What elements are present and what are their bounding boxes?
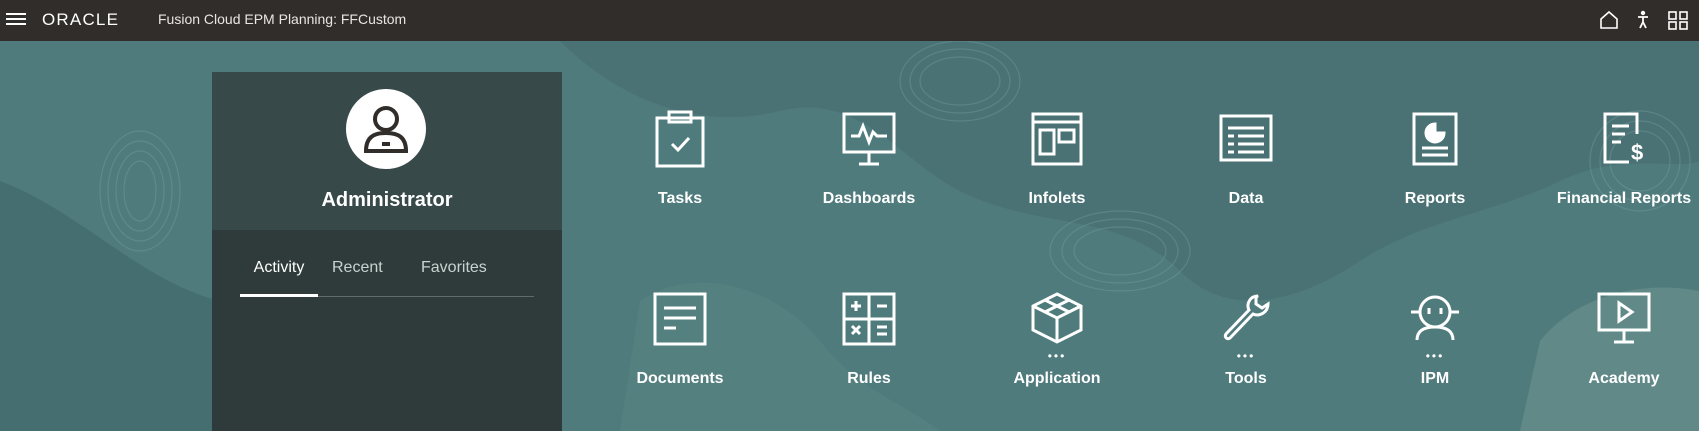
user-panel-header: Administrator — [212, 72, 562, 230]
infolets-icon — [1031, 112, 1083, 166]
tile-ipm[interactable]: ••• IPM — [1360, 292, 1510, 402]
tile-label: Infolets — [1028, 190, 1086, 207]
video-play-icon — [1597, 292, 1651, 344]
tab-favorites[interactable]: Favorites — [421, 258, 487, 294]
tile-label: Application — [1013, 370, 1101, 387]
tile-label: Tasks — [657, 190, 703, 207]
more-dots-icon: ••• — [1425, 349, 1445, 363]
tile-label: Academy — [1588, 370, 1660, 387]
accessibility-icon[interactable] — [1632, 9, 1654, 31]
app-title: Fusion Cloud EPM Planning: FFCustom — [158, 11, 407, 27]
tile-financial-reports[interactable]: $ Financial Reports — [1549, 110, 1699, 220]
menu-icon[interactable] — [6, 10, 26, 30]
navigator-grid-icon[interactable] — [1667, 9, 1689, 31]
user-avatar-icon[interactable] — [346, 89, 426, 169]
user-name: Administrator — [321, 189, 453, 211]
report-icon — [1412, 112, 1458, 166]
oracle-logo[interactable]: ORACLE — [42, 10, 119, 30]
tile-label: Financial Reports — [1556, 190, 1692, 207]
tile-label: IPM — [1420, 370, 1450, 387]
top-bar: ORACLE Fusion Cloud EPM Planning: FFCust… — [0, 0, 1699, 41]
tab-activity[interactable]: Activity — [240, 258, 318, 297]
tile-rules[interactable]: Rules — [794, 292, 944, 402]
tile-infolets[interactable]: Infolets — [982, 110, 1132, 220]
clipboard-check-icon — [655, 110, 705, 168]
svg-text:$: $ — [1631, 140, 1643, 165]
tile-reports[interactable]: Reports — [1360, 110, 1510, 220]
more-dots-icon: ••• — [1236, 349, 1256, 363]
tile-label: Rules — [847, 370, 891, 387]
tile-data[interactable]: Data — [1171, 110, 1321, 220]
tile-tasks[interactable]: Tasks — [605, 110, 755, 220]
tab-recent[interactable]: Recent — [332, 258, 383, 294]
tile-label: Documents — [636, 370, 724, 387]
user-panel: Administrator Activity Recent Favorites — [212, 72, 562, 431]
tile-dashboards[interactable]: Dashboards — [794, 110, 944, 220]
tile-application[interactable]: ••• Application — [982, 292, 1132, 402]
cube-icon — [1031, 292, 1083, 344]
ipm-robot-icon — [1411, 295, 1459, 341]
tile-documents[interactable]: Documents — [605, 292, 755, 402]
wrench-icon — [1223, 294, 1270, 341]
tile-label: Dashboards — [822, 190, 916, 207]
home-icon[interactable] — [1598, 9, 1620, 31]
more-dots-icon: ••• — [1047, 349, 1067, 363]
activity-tabs: Activity Recent Favorites — [240, 258, 534, 297]
tile-tools[interactable]: ••• Tools — [1171, 292, 1321, 402]
calculator-icon — [842, 292, 896, 346]
tile-label: Tools — [1225, 370, 1267, 387]
tile-label: Data — [1228, 190, 1264, 207]
data-form-icon — [1219, 114, 1273, 162]
monitor-chart-icon — [842, 112, 896, 166]
tile-label: Reports — [1404, 190, 1466, 207]
tile-academy[interactable]: Academy — [1549, 292, 1699, 402]
financial-report-icon: $ — [1603, 112, 1643, 165]
document-icon — [653, 292, 707, 346]
